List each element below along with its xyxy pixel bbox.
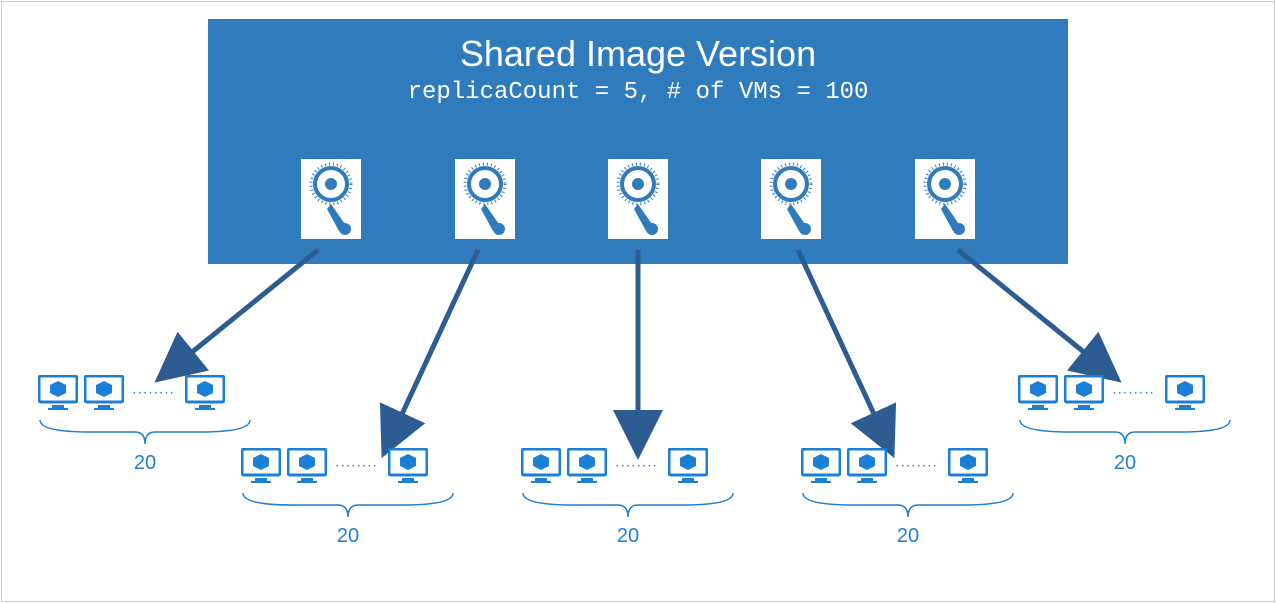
vm-count-label: 20 bbox=[318, 525, 378, 548]
vm-icon bbox=[521, 448, 561, 484]
ellipsis: ········ bbox=[133, 388, 176, 399]
shared-image-version-panel: Shared Image Version replicaCount = 5, #… bbox=[208, 19, 1068, 264]
brace-icon bbox=[238, 493, 458, 523]
vm-count-label: 20 bbox=[878, 525, 938, 548]
vm-icon bbox=[948, 448, 988, 484]
panel-subtitle: replicaCount = 5, # of VMs = 100 bbox=[208, 79, 1068, 106]
vm-group: ········ bbox=[238, 448, 431, 484]
vm-group: ········ bbox=[518, 448, 711, 484]
vm-count-label: 20 bbox=[1095, 452, 1155, 475]
vm-group: ········ bbox=[798, 448, 991, 484]
vm-count-label: 20 bbox=[598, 525, 658, 548]
vm-icon bbox=[38, 375, 78, 411]
brace-icon bbox=[35, 420, 255, 450]
disk-icon bbox=[761, 159, 821, 239]
vm-group: ········ bbox=[1015, 375, 1208, 411]
vm-group: ········ bbox=[35, 375, 228, 411]
ellipsis: ········ bbox=[616, 461, 659, 472]
vm-icon bbox=[1018, 375, 1058, 411]
disk-icon bbox=[608, 159, 668, 239]
vm-icon bbox=[185, 375, 225, 411]
vm-icon bbox=[388, 448, 428, 484]
brace-icon bbox=[518, 493, 738, 523]
panel-title: Shared Image Version bbox=[208, 33, 1068, 75]
disk-icon bbox=[301, 159, 361, 239]
brace-icon bbox=[798, 493, 1018, 523]
vm-icon bbox=[241, 448, 281, 484]
disk-replica-row bbox=[208, 159, 1068, 239]
ellipsis: ········ bbox=[1113, 388, 1156, 399]
vm-icon bbox=[1064, 375, 1104, 411]
disk-icon bbox=[455, 159, 515, 239]
vm-icon bbox=[84, 375, 124, 411]
vm-icon bbox=[801, 448, 841, 484]
brace-icon bbox=[1015, 420, 1235, 450]
disk-icon bbox=[915, 159, 975, 239]
vm-icon bbox=[567, 448, 607, 484]
vm-icon bbox=[668, 448, 708, 484]
vm-icon bbox=[287, 448, 327, 484]
vm-icon bbox=[1165, 375, 1205, 411]
ellipsis: ········ bbox=[896, 461, 939, 472]
vm-count-label: 20 bbox=[115, 452, 175, 475]
vm-icon bbox=[847, 448, 887, 484]
ellipsis: ········ bbox=[336, 461, 379, 472]
